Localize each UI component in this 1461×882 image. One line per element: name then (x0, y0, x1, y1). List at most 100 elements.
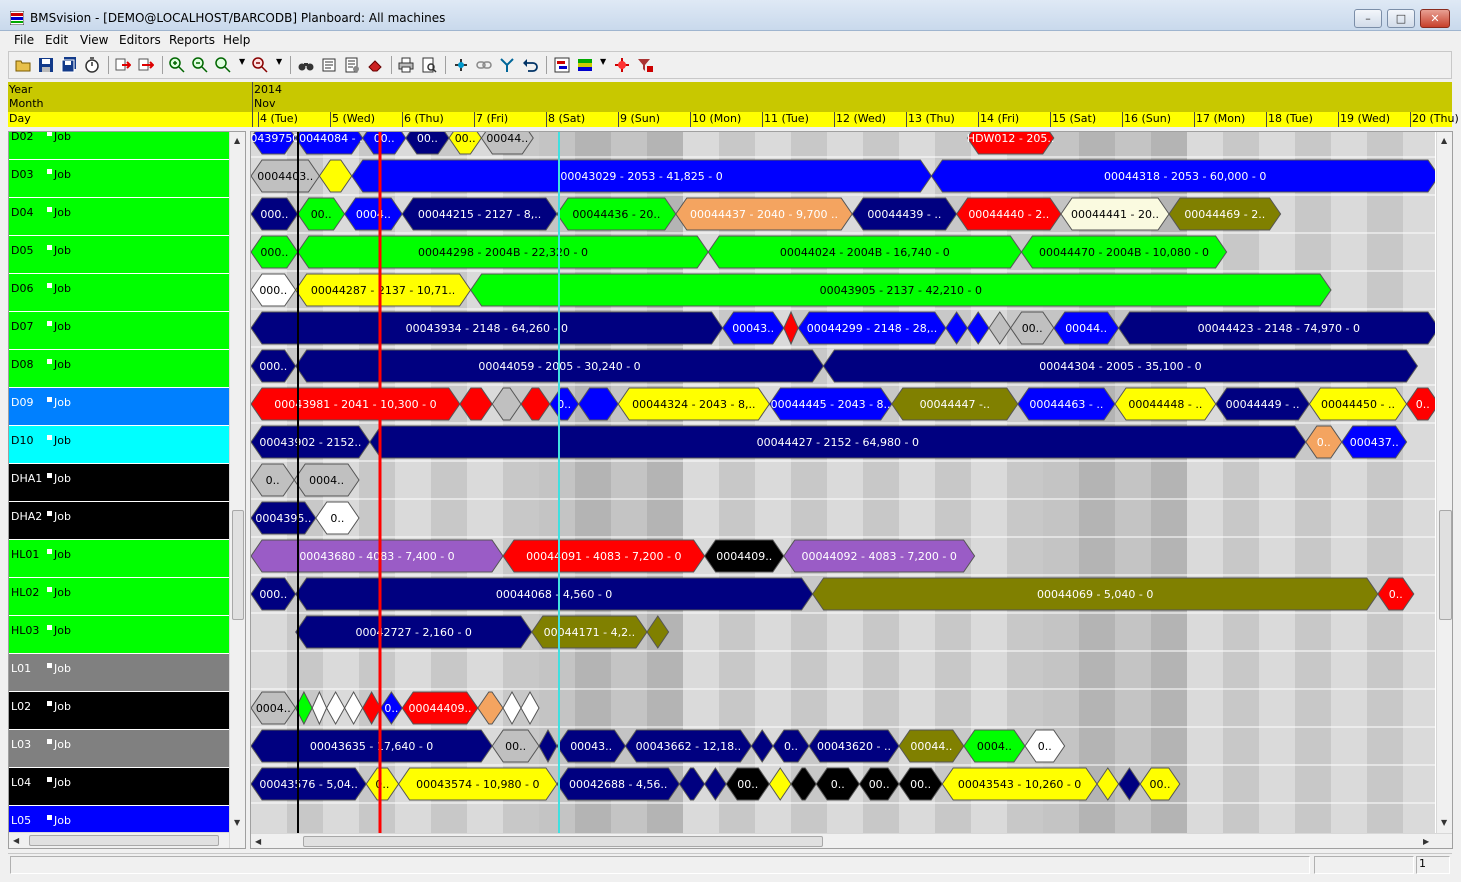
job-bar[interactable]: 00044318 - 2053 - 60,000 - 0 (930, 159, 1435, 193)
scroll-thumb[interactable] (29, 835, 219, 846)
filter-icon[interactable] (637, 57, 653, 73)
job-bar[interactable]: 00044439 - .. (851, 197, 958, 231)
job-bar[interactable]: 00044092 - 4083 - 7,200 - 0 (783, 539, 976, 573)
job-bar[interactable]: 0004.. (343, 197, 403, 231)
split-icon[interactable] (453, 57, 469, 73)
machine-row-hl02[interactable]: HL02 Job (9, 578, 229, 616)
properties-icon[interactable] (344, 57, 360, 73)
job-bar[interactable]: 00044299 - 2148 - 28,.. (797, 311, 947, 345)
zoom-out-icon[interactable] (192, 57, 208, 73)
chart-horizontal-scrollbar[interactable]: ◀ ▶ (251, 833, 1452, 848)
job-bar[interactable]: 00044441 - 20.. (1060, 197, 1170, 231)
scroll-thumb[interactable] (1439, 510, 1452, 620)
machine-row-d03[interactable]: D03 Job (9, 160, 229, 198)
job-bar[interactable]: 00044298 - 2004B - 22,320 - 0 (297, 235, 709, 269)
scroll-down-icon[interactable]: ▼ (1441, 818, 1447, 827)
save-all-icon[interactable] (61, 57, 77, 73)
scroll-up-icon[interactable]: ▲ (1441, 136, 1447, 145)
machine-row-dha2[interactable]: DHA2 Job (9, 502, 229, 540)
open-icon[interactable] (15, 57, 31, 73)
job-bar[interactable]: 00043.. (721, 311, 785, 345)
job-bar[interactable]: 00043902 - 2152.. (251, 425, 371, 459)
notes-icon[interactable] (321, 57, 337, 73)
job-bar[interactable]: 00044449 - .. (1215, 387, 1311, 421)
job-bar[interactable]: 00043574 - 10,980 - 0 (397, 767, 558, 801)
machine-row-d10[interactable]: D10 Job (9, 426, 229, 464)
job-bar[interactable]: 00044448 - .. (1114, 387, 1217, 421)
scroll-up-icon[interactable]: ▲ (234, 136, 240, 145)
scroll-thumb[interactable] (303, 836, 823, 847)
settings-icon[interactable] (614, 57, 630, 73)
job-bar[interactable]: 00043029 - 2053 - 41,825 - 0 (351, 159, 933, 193)
job-bar[interactable]: 00042688 - 4,56.. (556, 767, 681, 801)
machine-list-horizontal-scrollbar[interactable]: ◀ (9, 832, 229, 848)
machine-list-vertical-scrollbar[interactable]: ▲ ▼ (229, 132, 245, 848)
print-icon[interactable] (398, 57, 414, 73)
menu-view[interactable]: View (80, 33, 108, 47)
job-bar[interactable]: 00043543 - 10,260 - 0 (941, 767, 1098, 801)
machine-row-hl01[interactable]: HL01 Job (9, 540, 229, 578)
job-bar[interactable]: 00044447 -.. (891, 387, 1019, 421)
color-legend-icon[interactable] (577, 57, 593, 73)
stopwatch-icon[interactable] (84, 57, 100, 73)
job-bar[interactable]: 00044068 - 4,560 - 0 (295, 577, 814, 611)
maximize-button[interactable]: □ (1387, 9, 1415, 28)
job-bar[interactable]: 00044215 - 2127 - 8,.. (401, 197, 558, 231)
menu-reports[interactable]: Reports (169, 33, 215, 47)
chart-vertical-scrollbar[interactable]: ▲ ▼ (1436, 132, 1452, 833)
scroll-down-icon[interactable]: ▼ (234, 818, 240, 827)
close-button[interactable]: ✕ (1420, 9, 1450, 28)
menu-edit[interactable]: Edit (45, 33, 68, 47)
job-bar[interactable]: 00044440 - 2.. (955, 197, 1062, 231)
job-bar[interactable]: 00043620 - .. (808, 729, 900, 763)
job-bar[interactable]: 00044304 - 2005 - 35,100 - 0 (822, 349, 1419, 383)
machine-row-l02[interactable]: L02 Job (9, 692, 229, 730)
job-bar[interactable]: 00044069 - 5,040 - 0 (811, 577, 1379, 611)
zoom-in-icon[interactable] (169, 57, 185, 73)
job-bar[interactable]: 000437.. (1341, 425, 1408, 459)
merge-icon[interactable] (499, 57, 515, 73)
job-bar[interactable]: 00043934 - 2148 - 64,260 - 0 (251, 311, 724, 345)
machine-row-hl03[interactable]: HL03 Job (9, 616, 229, 654)
job-bar[interactable]: 00044450 - .. (1308, 387, 1408, 421)
machine-row-d07[interactable]: D07 Job (9, 312, 229, 350)
job-bar[interactable]: 00044469 - 2.. (1168, 197, 1282, 231)
job-bar[interactable]: 0004.. (293, 463, 360, 497)
machine-row-l04[interactable]: L04 Job (9, 768, 229, 806)
job-bar[interactable]: 0004409.. (703, 539, 785, 573)
job-bar[interactable]: 00044.. (898, 729, 965, 763)
job-bar[interactable]: HDW012 - 205.. (966, 132, 1055, 155)
job-bar[interactable]: 00044024 - 2004B - 16,740 - 0 (707, 235, 1023, 269)
machine-row-dha1[interactable]: DHA1 Job (9, 464, 229, 502)
job-bar[interactable]: 00043680 - 4083 - 7,400 - 0 (251, 539, 504, 573)
job-bar[interactable]: 00043635 - 17,640 - 0 (251, 729, 493, 763)
job-bar[interactable]: 00044.. (1053, 311, 1120, 345)
save-icon[interactable] (38, 57, 54, 73)
job-bar[interactable]: 00044423 - 2148 - 74,970 - 0 (1117, 311, 1435, 345)
machine-row-d04[interactable]: D04 Job (9, 198, 229, 236)
gantt-view-icon[interactable] (554, 57, 570, 73)
zoom-range-icon[interactable] (252, 57, 268, 73)
machine-row-d02[interactable]: D02 Job (9, 132, 229, 160)
move-icon[interactable] (138, 57, 154, 73)
color-legend-dropdown-icon[interactable]: ▼ (600, 57, 606, 66)
job-bar[interactable]: 0004395.. (251, 501, 317, 535)
scroll-left-icon[interactable]: ◀ (13, 836, 19, 845)
scroll-right-icon[interactable]: ▶ (1423, 837, 1429, 846)
job-bar[interactable]: 00044171 - 4,2.. (531, 615, 648, 649)
job-bar[interactable]: 00044427 - 2152 - 64,980 - 0 (369, 425, 1307, 459)
job-bar[interactable]: 00044470 - 2004B - 10,080 - 0 (1020, 235, 1228, 269)
link-icon[interactable] (476, 57, 492, 73)
find-icon[interactable] (298, 57, 314, 73)
job-bar[interactable]: 0004403.. (251, 159, 321, 193)
job-bar[interactable]: 00044436 - 20.. (556, 197, 677, 231)
machine-row-d05[interactable]: D05 Job (9, 236, 229, 274)
machine-row-l03[interactable]: L03 Job (9, 730, 229, 768)
job-bar[interactable]: 00044287 - 2137 - 10,71.. (295, 273, 472, 307)
job-bar[interactable]: 00044437 - 2040 - 9,700 .. (675, 197, 853, 231)
menu-help[interactable]: Help (223, 33, 250, 47)
job-bar[interactable]: 00044409.. (401, 691, 479, 725)
menu-file[interactable]: File (14, 33, 34, 47)
print-preview-icon[interactable] (421, 57, 437, 73)
undo-icon[interactable] (522, 57, 538, 73)
